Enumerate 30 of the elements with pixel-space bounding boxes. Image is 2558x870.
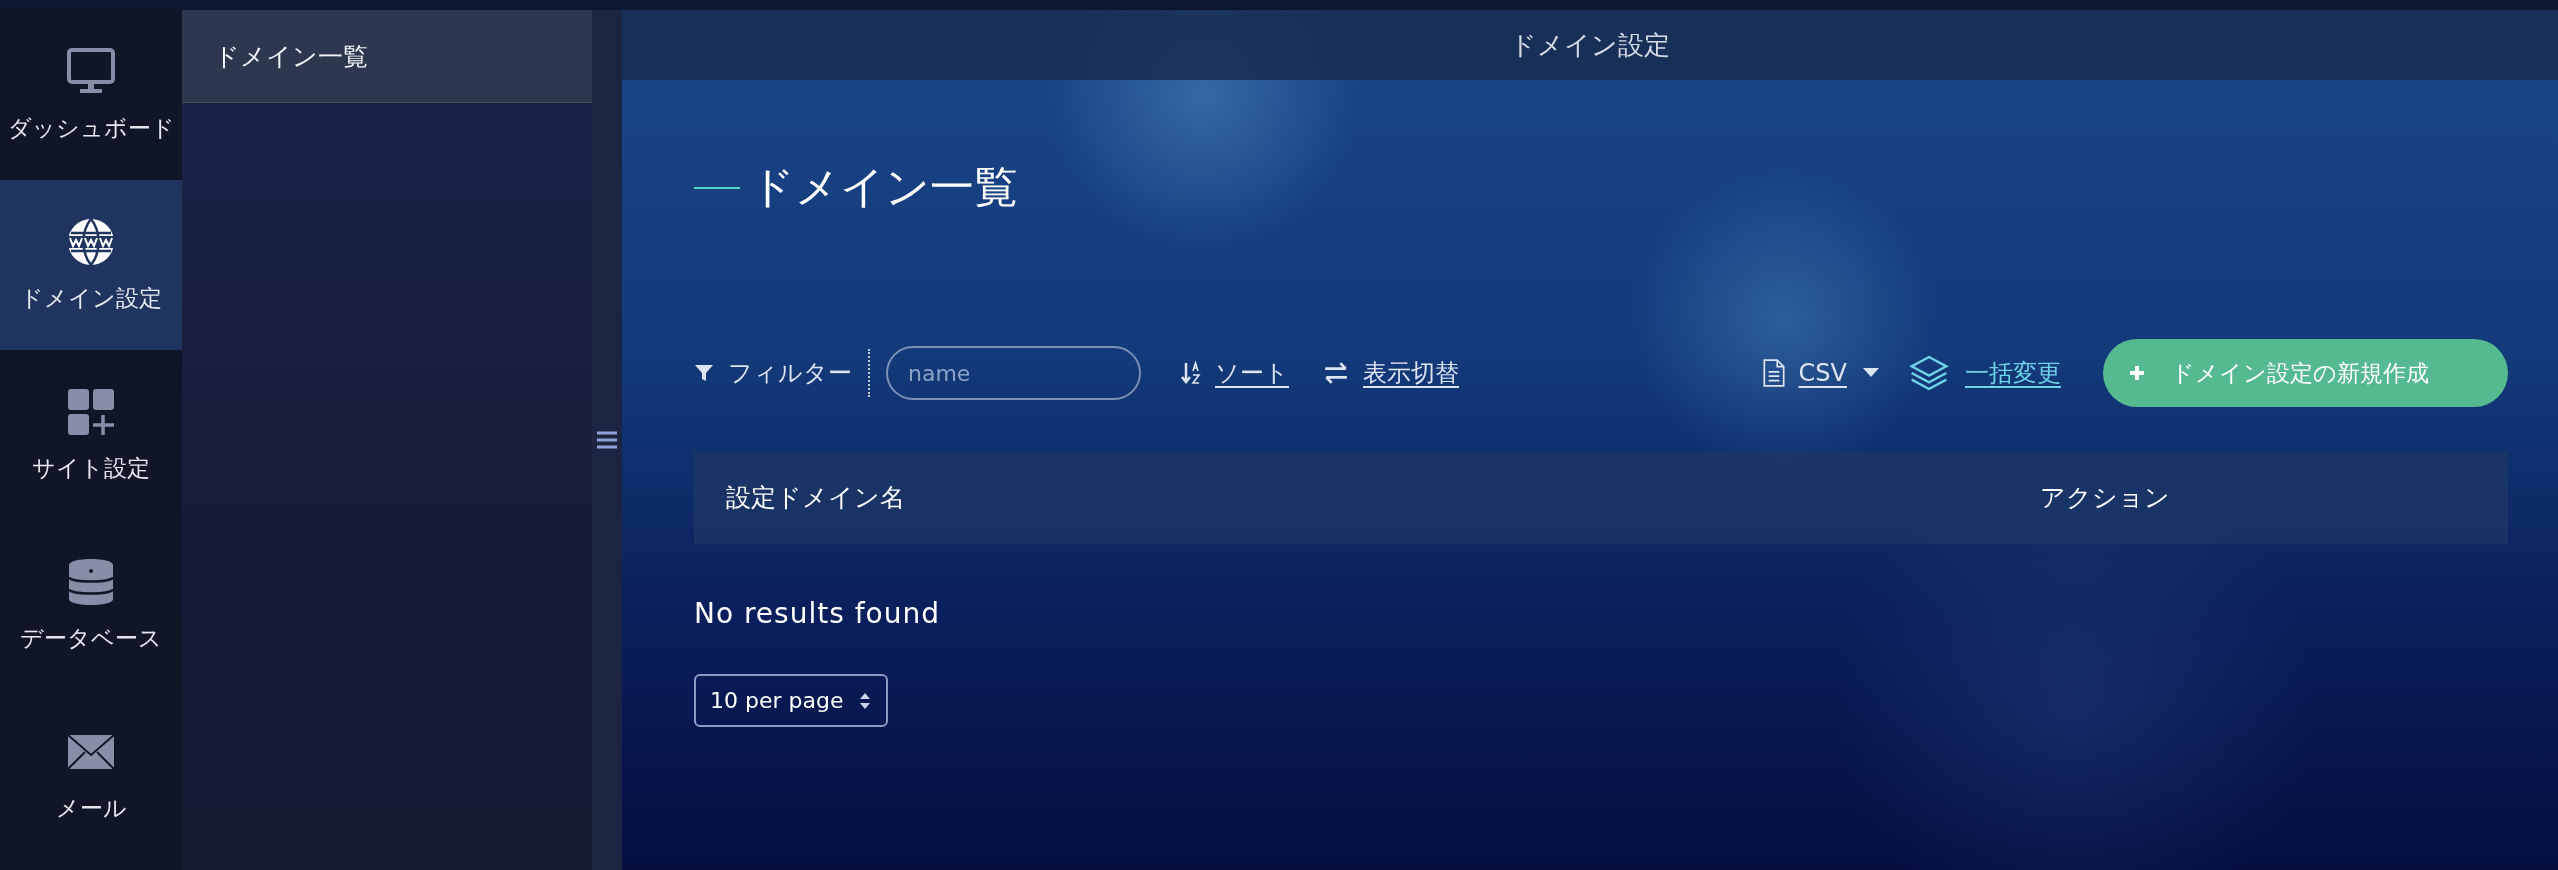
nav-item[interactable]: ダッシュボード: [0, 10, 182, 180]
nav-item[interactable]: データベース: [0, 520, 182, 690]
filter-icon: [694, 363, 714, 383]
grid-plus-icon: [66, 386, 116, 437]
document-icon: [1762, 359, 1785, 387]
database-icon: [66, 556, 116, 607]
filter-label: フィルター: [728, 358, 852, 389]
bulk-edit-link[interactable]: 一括変更: [1965, 357, 2061, 389]
menu-icon[interactable]: [597, 431, 617, 449]
sort-icon: [1181, 360, 1201, 386]
nav-item[interactable]: メール: [0, 690, 182, 860]
empty-message: No results found: [694, 597, 941, 630]
column-header: 設定ドメイン名: [725, 482, 905, 514]
layers-icon: [1909, 354, 1949, 392]
globe-icon: [66, 216, 116, 267]
nav-item[interactable]: サイト設定: [0, 350, 182, 520]
column-header: アクション: [2040, 482, 2170, 514]
subnav-item[interactable]: ドメイン一覧: [182, 10, 592, 103]
search-field[interactable]: name: [886, 346, 1141, 400]
plus-icon: [2129, 365, 2145, 381]
page-heading: ドメイン一覧: [750, 160, 1018, 214]
sort-link[interactable]: ソート: [1215, 357, 1289, 389]
sort-arrows-icon: [860, 691, 870, 710]
caret-icon[interactable]: [1863, 368, 1879, 378]
per-page-select[interactable]: 10 per page: [694, 674, 888, 727]
page-title: ドメイン設定: [1510, 28, 1670, 62]
view-toggle-link[interactable]: 表示切替: [1363, 357, 1459, 389]
csv-link[interactable]: CSV: [1798, 359, 1847, 387]
nav-item[interactable]: ドメイン設定: [0, 180, 182, 350]
swap-arrows-icon: [1323, 362, 1349, 384]
